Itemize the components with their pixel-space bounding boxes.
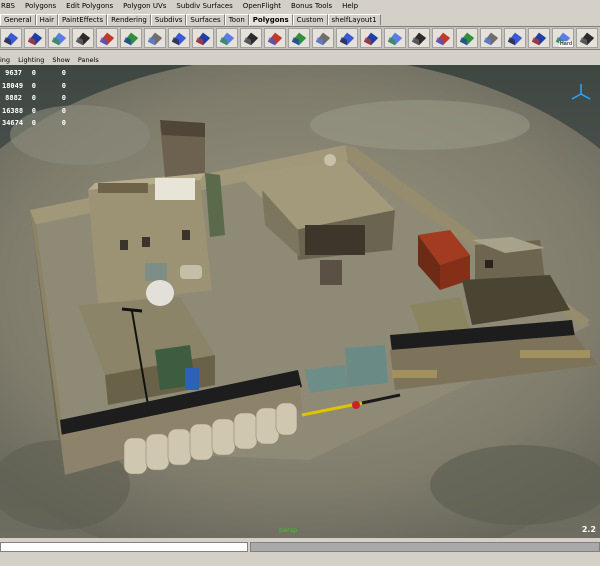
fps-readout: 2.2 — [581, 525, 596, 534]
poke-icon[interactable] — [240, 28, 262, 48]
menu-item-help[interactable]: Help — [342, 0, 358, 12]
tab-toon[interactable]: Toon — [224, 14, 249, 25]
range-slider[interactable] — [250, 542, 600, 552]
checker-icon[interactable] — [384, 28, 406, 48]
portable-toilet — [185, 368, 199, 390]
menu-item-bonus-tools[interactable]: Bonus Tools — [291, 0, 332, 12]
panel-menu-shading[interactable]: ing — [0, 55, 10, 65]
tab-shelflayout1[interactable]: shelfLayout1 — [327, 14, 381, 25]
uv-edit-icon[interactable] — [432, 28, 454, 48]
separate-icon[interactable] — [216, 28, 238, 48]
hud-poly-count: 9637 0 0 18049 0 0 8882 0 0 16388 0 0 34… — [2, 67, 66, 130]
hud-row: 9637 0 0 — [5, 69, 66, 77]
bevel-icon[interactable] — [120, 28, 142, 48]
satellite-dish — [146, 280, 174, 306]
sphere-icon[interactable] — [0, 28, 22, 48]
menu-item-edit-polygons[interactable]: Edit Polygons — [66, 0, 113, 12]
menu-item-polygons[interactable]: Polygons — [25, 0, 56, 12]
menu-item-openflight[interactable]: OpenFlight — [243, 0, 281, 12]
triangulate-icon[interactable] — [336, 28, 358, 48]
split-icon[interactable] — [96, 28, 118, 48]
menu-item-subdiv-surfaces[interactable]: Subdiv Surfaces — [176, 0, 232, 12]
wedge-icon[interactable] — [264, 28, 286, 48]
menu-item-polygon-uvs[interactable]: Polygon UVs — [123, 0, 166, 12]
smooth-icon[interactable] — [168, 28, 190, 48]
hud-row: 18049 0 0 — [2, 81, 66, 90]
shelf-tabs: General Hair PaintEffects Rendering Subd… — [0, 13, 600, 25]
shelf-icon-bar: HardFlipDel E — [0, 26, 600, 50]
quad-icon[interactable] — [360, 28, 382, 48]
duplicate-icon[interactable] — [288, 28, 310, 48]
merge-icon[interactable] — [144, 28, 166, 48]
tab-hair[interactable]: Hair — [35, 14, 58, 25]
mirror-icon[interactable] — [312, 28, 334, 48]
menu-item-rbs[interactable]: RBS — [1, 0, 15, 12]
planar-icon[interactable] — [576, 28, 598, 48]
sew-icon[interactable] — [528, 28, 550, 48]
shelf-icon-label: Hard — [559, 41, 573, 47]
normal-icon[interactable] — [456, 28, 478, 48]
tab-custom[interactable]: Custom — [292, 14, 328, 25]
tab-polygons[interactable]: Polygons — [248, 14, 293, 25]
uv-map-icon[interactable] — [408, 28, 430, 48]
panel-menu-lighting[interactable]: Lighting — [18, 55, 44, 65]
tab-rendering[interactable]: Rendering — [107, 14, 151, 25]
panel-menu: ing Lighting Show Panels — [0, 55, 600, 65]
panel-menu-panels[interactable]: Panels — [78, 55, 99, 65]
menu-bar: RBS Polygons Edit Polygons Polygon UVs S… — [0, 0, 600, 12]
tab-general[interactable]: General — [0, 14, 36, 25]
scene-render — [0, 65, 600, 538]
tab-surfaces[interactable]: Surfaces — [186, 14, 225, 25]
tab-subdivs[interactable]: Subdivs — [150, 14, 187, 25]
tab-painteffects[interactable]: PaintEffects — [57, 14, 108, 25]
cut-icon[interactable] — [480, 28, 502, 48]
combine-icon[interactable] — [192, 28, 214, 48]
panel-menu-show[interactable]: Show — [52, 55, 70, 65]
hud-row: 16388 0 0 — [2, 106, 66, 115]
hud-row: 8882 0 0 — [5, 94, 66, 102]
bottom-strip — [0, 538, 600, 566]
move-uv-icon[interactable] — [504, 28, 526, 48]
axis-gizmo-icon[interactable] — [570, 83, 592, 105]
gate — [345, 345, 388, 387]
append-icon[interactable] — [48, 28, 70, 48]
camera-label: persp — [279, 526, 298, 534]
extrude-icon[interactable] — [72, 28, 94, 48]
time-slider[interactable] — [0, 542, 248, 552]
cube-icon[interactable] — [24, 28, 46, 48]
hard-icon[interactable]: Hard — [552, 28, 574, 48]
hud-row: 34674 0 0 — [2, 119, 66, 127]
perspective-viewport[interactable]: 9637 0 0 18049 0 0 8882 0 0 16388 0 0 34… — [0, 65, 600, 538]
